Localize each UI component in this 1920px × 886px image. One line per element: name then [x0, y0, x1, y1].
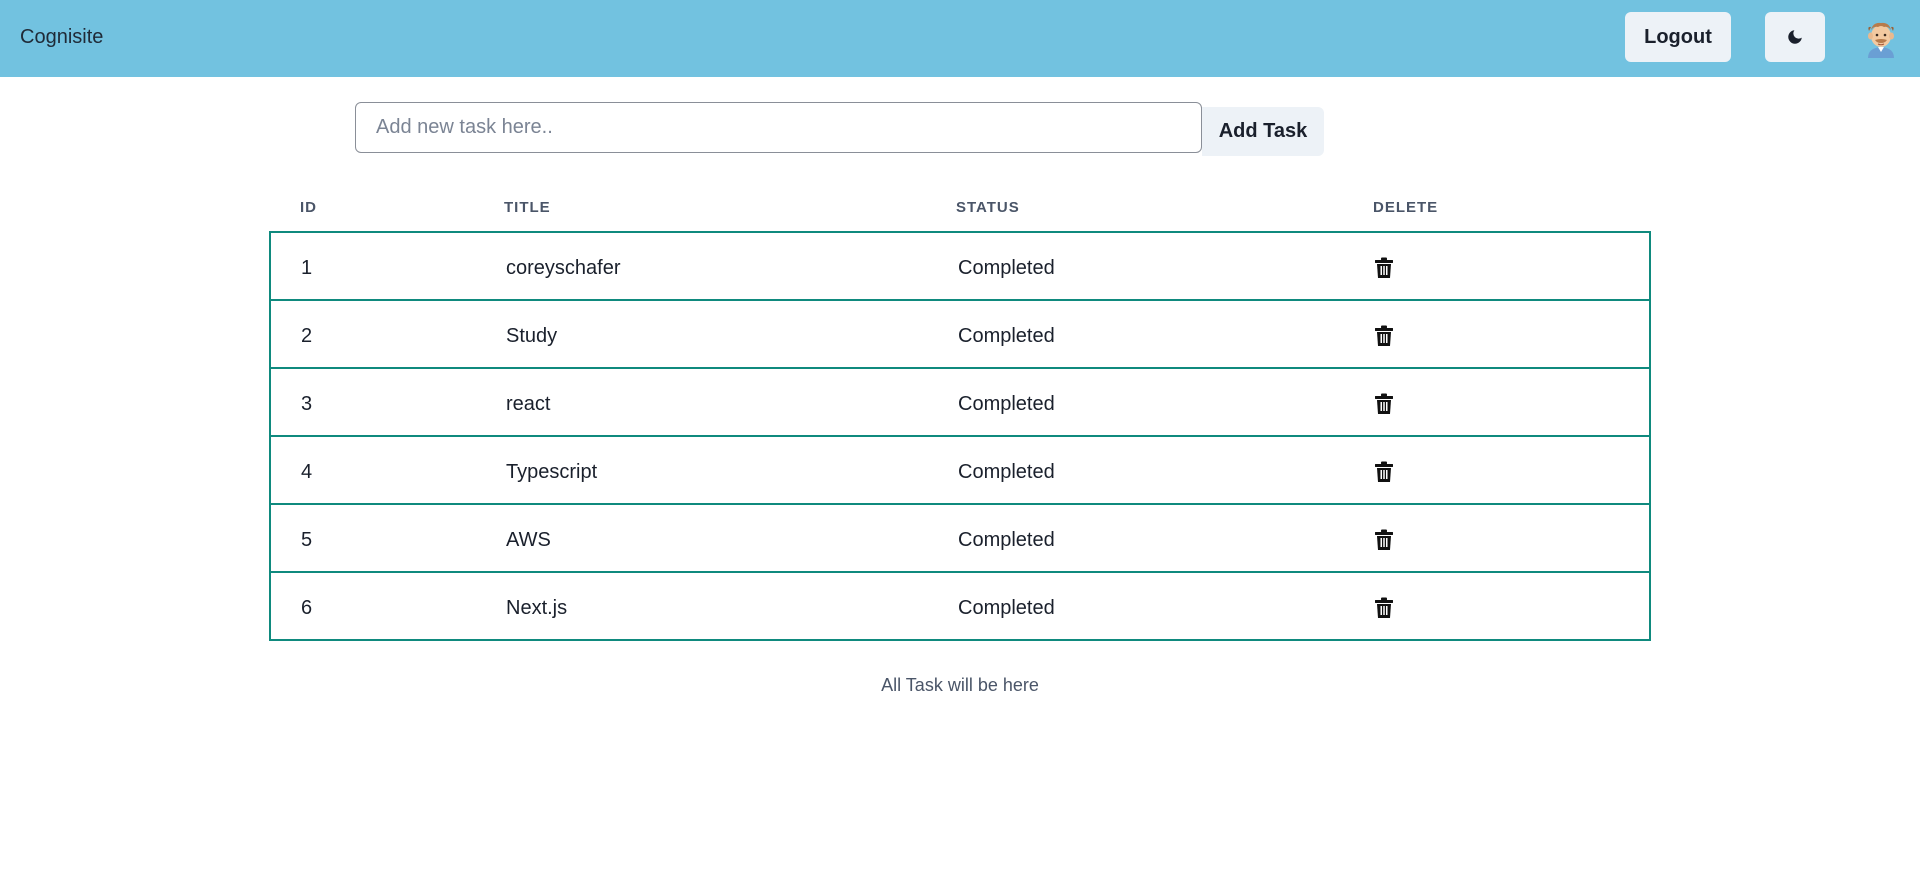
brand-name[interactable]: Cognisite — [20, 26, 103, 49]
task-title: AWS — [506, 529, 551, 551]
task-id: 2 — [301, 325, 313, 347]
logout-button[interactable]: Logout — [1625, 12, 1731, 62]
avatar[interactable] — [1862, 18, 1900, 58]
trash-icon[interactable] — [1374, 461, 1394, 483]
trash-icon[interactable] — [1374, 325, 1394, 347]
table-row: 1 coreyschafer Completed — [271, 233, 1649, 301]
task-id: 6 — [301, 597, 313, 619]
table-row: 2 Study Completed — [271, 301, 1649, 369]
column-header-status: STATUS — [956, 199, 1020, 216]
table-row: 6 Next.js Completed — [271, 573, 1649, 641]
table-row: 5 AWS Completed — [271, 505, 1649, 573]
trash-icon[interactable] — [1374, 257, 1394, 279]
new-task-input[interactable] — [355, 102, 1202, 153]
column-header-title: TITLE — [504, 199, 551, 216]
task-table: 1 coreyschafer Completed 2 Study Complet… — [269, 231, 1651, 641]
task-title: Next.js — [506, 597, 568, 619]
navbar: Cognisite Logout — [0, 0, 1920, 77]
task-status: Completed — [958, 325, 1055, 347]
column-header-id: ID — [300, 199, 317, 216]
task-id: 5 — [301, 529, 313, 551]
trash-icon[interactable] — [1374, 393, 1394, 415]
task-id: 4 — [301, 461, 313, 483]
task-title: Typescript — [506, 461, 598, 483]
task-title: Study — [506, 325, 558, 347]
table-row: 3 react Completed — [271, 369, 1649, 437]
trash-icon[interactable] — [1374, 529, 1394, 551]
task-title: react — [506, 393, 551, 415]
table-row: 4 Typescript Completed — [271, 437, 1649, 505]
task-status: Completed — [958, 461, 1055, 483]
task-status: Completed — [958, 393, 1055, 415]
task-id: 3 — [301, 393, 313, 415]
task-status: Completed — [958, 257, 1055, 279]
add-task-button[interactable]: Add Task — [1202, 107, 1324, 156]
task-status: Completed — [958, 529, 1055, 551]
task-id: 1 — [301, 257, 313, 279]
table-caption: All Task will be here — [881, 675, 1039, 695]
task-status: Completed — [958, 597, 1055, 619]
column-header-delete: DELETE — [1373, 199, 1439, 216]
task-title: coreyschafer — [506, 257, 621, 279]
theme-toggle-button[interactable] — [1765, 12, 1825, 62]
trash-icon[interactable] — [1374, 597, 1394, 619]
moon-icon — [1788, 30, 1802, 44]
